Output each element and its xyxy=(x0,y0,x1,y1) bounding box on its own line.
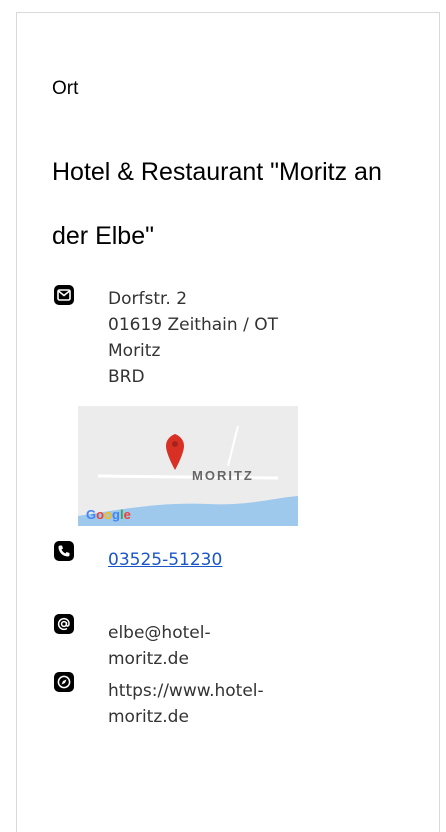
phone-icon xyxy=(54,541,74,561)
map-place-label: MORITZ xyxy=(192,468,254,483)
email-line: moritz.de xyxy=(108,649,189,669)
section-label: Ort xyxy=(52,78,79,99)
map-thumbnail[interactable]: MORITZ Google xyxy=(78,406,298,526)
address-block: Dorfstr. 2 01619 Zeithain / OT Moritz BR… xyxy=(108,286,278,390)
address-line: Moritz xyxy=(108,341,161,361)
email-block: elbe@hotel- moritz.de xyxy=(108,620,211,672)
website-line: https://www.hotel- xyxy=(108,681,264,701)
compass-icon xyxy=(54,672,74,692)
google-logo: Google xyxy=(86,507,131,522)
address-line: BRD xyxy=(108,367,145,387)
website-line: moritz.de xyxy=(108,707,189,727)
email-line: elbe@hotel- xyxy=(108,623,211,643)
phone-link[interactable]: 03525-51230 xyxy=(108,547,222,573)
envelope-icon xyxy=(54,285,74,305)
address-line: 01619 Zeithain / OT xyxy=(108,315,278,335)
at-sign-icon xyxy=(54,614,74,634)
hotel-name: Hotel & Restaurant "Moritz an der Elbe" xyxy=(52,158,382,250)
address-line: Dorfstr. 2 xyxy=(108,289,188,309)
website-block: https://www.hotel- moritz.de xyxy=(108,678,264,730)
